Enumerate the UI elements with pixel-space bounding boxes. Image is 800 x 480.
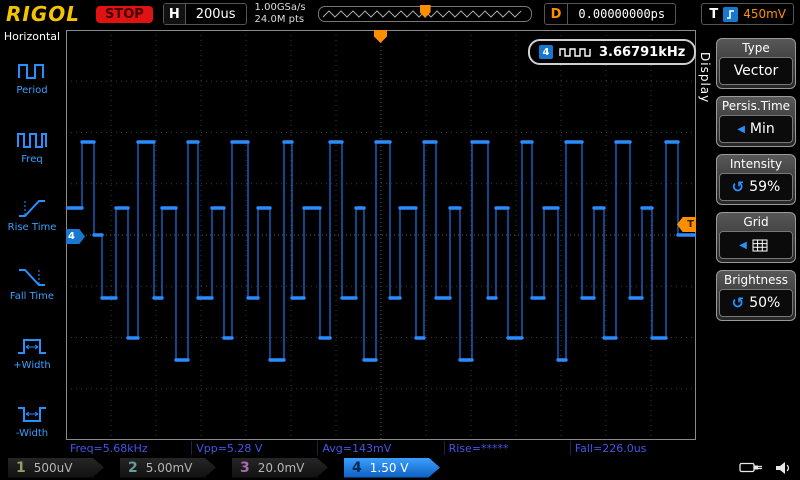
horizontal-menu: Horizontal Period Freq Rise Time Fall Ti… (0, 28, 64, 455)
speaker-icon (776, 461, 790, 474)
trigger-label: T (709, 6, 719, 22)
freq-icon (17, 132, 47, 148)
delay-group: D 0.00000000ps (543, 3, 677, 25)
type-value: Vector (719, 57, 793, 85)
measurement-rise: Rise=***** (443, 441, 570, 455)
menu-item-persis-time[interactable]: Persis.Time ◀ Min (716, 96, 796, 147)
graticule: 4 T 4 3.66791kHz (66, 30, 697, 440)
run-stop-button[interactable]: STOP (96, 5, 153, 23)
status-icons (739, 461, 792, 475)
rotate-knob-icon: ↺ (731, 293, 745, 312)
left-arrow-icon: ◀ (739, 239, 747, 251)
grid-value: ◀ (719, 231, 793, 259)
persis-time-value: ◀ Min (719, 115, 793, 143)
channel-status-bar: 1 500uV 2 5.00mV 3 20.0mV 4 1.50 V (0, 455, 800, 480)
memory-depth: 24.0M pts (254, 14, 305, 25)
channel-4-indicator[interactable]: 4 1.50 V (344, 457, 440, 478)
measurement-avg: Avg=143mV (317, 441, 443, 455)
rigol-logo: RIGOL (6, 2, 81, 26)
plus-width-icon (18, 338, 46, 354)
grid-icon (752, 239, 768, 251)
trigger-info-group[interactable]: T 450mV (701, 3, 794, 25)
menu-item-intensity[interactable]: Intensity ↺ 59% (716, 154, 796, 205)
period-icon (18, 63, 44, 79)
acquisition-info: 1.00GSa/s 24.0M pts (255, 2, 306, 26)
menu-item-type[interactable]: Type Vector (716, 38, 796, 89)
edge-trigger-icon (723, 6, 739, 22)
left-menu-title: Horizontal (3, 30, 61, 43)
menu-item-freq[interactable]: Freq (0, 112, 64, 181)
oscilloscope-screen: RIGOL STOP H 200us 1.00GSa/s 24.0M pts D… (0, 0, 800, 480)
timebase-value: 200us (195, 6, 236, 22)
minus-width-icon (18, 407, 46, 423)
grid-lines (66, 30, 696, 440)
rotate-knob-icon: ↺ (731, 177, 745, 196)
display-menu-panel: Display Type Vector Persis.Time ◀ Min In… (698, 28, 800, 455)
menu-item-grid[interactable]: Grid ◀ (716, 212, 796, 263)
pulse-icon (559, 47, 591, 57)
counter-frequency-value: 3.66791kHz (599, 44, 686, 60)
menu-item-rise-time[interactable]: Rise Time (0, 180, 64, 249)
intensity-value: ↺ 59% (719, 173, 793, 201)
sample-rate: 1.00GSa/s (254, 2, 306, 13)
delay-value: 0.00000000ps (578, 7, 666, 21)
waveform-display (66, 30, 696, 440)
channel-3-indicator[interactable]: 3 20.0mV (232, 457, 328, 478)
frequency-counter-badge: 4 3.66791kHz (528, 39, 697, 65)
menu-item-fall-time[interactable]: Fall Time (0, 249, 64, 318)
measurement-freq: Freq=5.68kHz (70, 441, 148, 455)
menu-tab-display: Display (698, 52, 712, 104)
brightness-value: ↺ 50% (719, 289, 793, 317)
trigger-level-value: 450mV (743, 7, 786, 21)
display-menu: Type Vector Persis.Time ◀ Min Intensity … (716, 38, 796, 321)
header-bar: RIGOL STOP H 200us 1.00GSa/s 24.0M pts D… (0, 0, 800, 28)
measurement-fall: Fall=226.0us (569, 441, 696, 455)
channel-2-indicator[interactable]: 2 5.00mV (120, 457, 216, 478)
horizontal-position-strip[interactable] (317, 5, 532, 22)
channel-1-indicator[interactable]: 1 500uV (8, 457, 104, 478)
horizontal-timebase-group[interactable]: H 200us (162, 3, 247, 25)
usb-icon (739, 462, 762, 473)
menu-item-plus-width[interactable]: +Width (0, 318, 64, 387)
waveform-vertical-edges (81, 142, 679, 360)
counter-channel-badge: 4 (539, 45, 553, 59)
rise-time-icon (19, 200, 45, 218)
measurement-bar: Freq=5.68kHz Vpp=5.28 V Avg=143mV Rise=*… (66, 441, 696, 455)
delay-label: D (545, 4, 569, 24)
left-arrow-icon: ◀ (737, 123, 745, 135)
fall-time-icon (19, 268, 45, 286)
horizontal-label: H (163, 4, 186, 24)
menu-item-brightness[interactable]: Brightness ↺ 50% (716, 270, 796, 321)
measurement-vpp: Vpp=5.28 V (191, 441, 317, 455)
menu-item-minus-width[interactable]: -Width (0, 386, 64, 455)
menu-item-period[interactable]: Period (0, 43, 64, 112)
